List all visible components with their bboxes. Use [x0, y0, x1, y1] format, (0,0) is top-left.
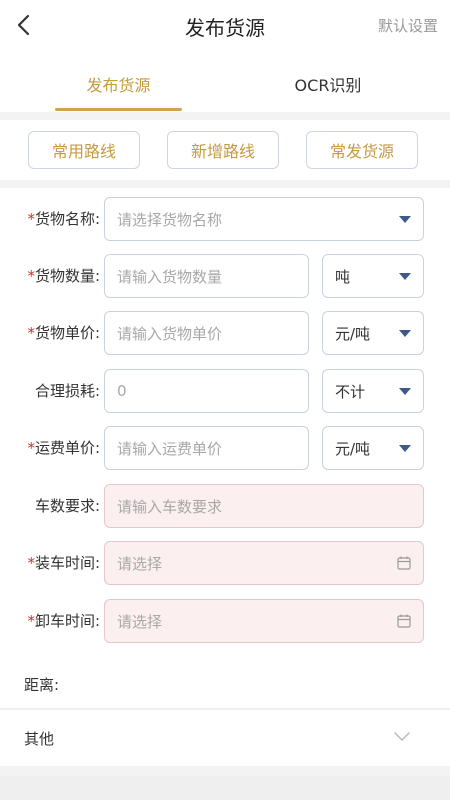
loss-label: 合理损耗:	[34, 382, 100, 400]
freight-price-label: *运费单价:	[27, 439, 100, 457]
chevron-down-icon	[394, 732, 410, 741]
form-row-unload-time: *卸车时间: 请选择	[0, 599, 450, 643]
caret-down-icon	[399, 273, 411, 280]
truck-count-input[interactable]: 请输入车数要求	[104, 484, 424, 528]
truck-count-label: 车数要求:	[34, 497, 100, 515]
header-bar: 发布货源 默认设置	[0, 0, 450, 52]
bottom-spacer	[0, 766, 450, 800]
common-routes-button[interactable]: 常用路线	[28, 131, 140, 169]
loss-value: 0	[117, 382, 127, 400]
goods-price-unit: 元/吨	[335, 324, 371, 343]
form-row-goods-price: *货物单价: 请输入货物单价 元/吨	[0, 311, 450, 355]
calendar-icon	[397, 614, 411, 628]
active-tab-indicator	[55, 108, 182, 111]
goods-qty-label: *货物数量:	[27, 267, 100, 285]
freight-price-placeholder: 请输入运费单价	[117, 439, 223, 458]
unload-time-label: *卸车时间:	[27, 612, 100, 630]
distance-label: 距离:	[24, 676, 60, 694]
quick-actions: 常用路线 新增路线 常发货源	[0, 120, 450, 180]
calendar-icon	[397, 556, 411, 570]
truck-count-placeholder: 请输入车数要求	[117, 497, 223, 516]
form-row-freight-price: *运费单价: 请输入运费单价 元/吨	[0, 426, 450, 470]
goods-qty-unit-select[interactable]: 吨	[322, 254, 424, 298]
freight-price-unit: 元/吨	[335, 439, 371, 458]
tab-publish[interactable]: 发布货源	[55, 72, 182, 96]
tab-ocr[interactable]: OCR识别	[278, 72, 378, 96]
unload-time-placeholder: 请选择	[117, 612, 163, 631]
goods-name-label: *货物名称:	[27, 210, 100, 228]
goods-name-select[interactable]: 请选择货物名称	[104, 197, 424, 241]
goods-qty-placeholder: 请输入货物数量	[117, 267, 223, 286]
caret-down-icon	[399, 216, 411, 223]
section-divider	[0, 180, 450, 188]
other-section-toggle[interactable]: 其他	[0, 710, 450, 766]
section-divider	[0, 112, 450, 120]
tab-bar: 发布货源 OCR识别	[0, 52, 450, 112]
form-row-goods-name: *货物名称: 请选择货物名称	[0, 197, 450, 241]
goods-qty-input[interactable]: 请输入货物数量	[104, 254, 309, 298]
load-time-picker[interactable]: 请选择	[104, 541, 424, 585]
form-row-loss: 合理损耗: 0 不计	[0, 369, 450, 413]
add-route-button[interactable]: 新增路线	[167, 131, 279, 169]
goods-price-unit-select[interactable]: 元/吨	[322, 311, 424, 355]
load-time-placeholder: 请选择	[117, 554, 163, 573]
goods-price-label: *货物单价:	[27, 324, 100, 342]
default-settings-link[interactable]: 默认设置	[378, 15, 438, 36]
loss-input[interactable]: 0	[104, 369, 309, 413]
form-row-load-time: *装车时间: 请选择	[0, 541, 450, 585]
goods-qty-unit: 吨	[335, 267, 351, 286]
freight-price-input[interactable]: 请输入运费单价	[104, 426, 309, 470]
caret-down-icon	[399, 388, 411, 395]
form-row-truck-count: 车数要求: 请输入车数要求	[0, 484, 450, 528]
loss-unit: 不计	[335, 382, 366, 401]
goods-price-placeholder: 请输入货物单价	[117, 324, 223, 343]
frequent-goods-button[interactable]: 常发货源	[306, 131, 418, 169]
caret-down-icon	[399, 445, 411, 452]
next-section-edge	[0, 776, 450, 800]
goods-form: *货物名称: 请选择货物名称 *货物数量: 请输入货物数量 吨 *货物单价: 请…	[0, 188, 450, 708]
unload-time-picker[interactable]: 请选择	[104, 599, 424, 643]
goods-price-input[interactable]: 请输入货物单价	[104, 311, 309, 355]
form-row-goods-qty: *货物数量: 请输入货物数量 吨	[0, 254, 450, 298]
other-label: 其他	[24, 730, 55, 748]
goods-name-placeholder: 请选择货物名称	[117, 210, 223, 229]
caret-down-icon	[399, 330, 411, 337]
freight-price-unit-select[interactable]: 元/吨	[322, 426, 424, 470]
loss-unit-select[interactable]: 不计	[322, 369, 424, 413]
load-time-label: *装车时间:	[27, 554, 100, 572]
